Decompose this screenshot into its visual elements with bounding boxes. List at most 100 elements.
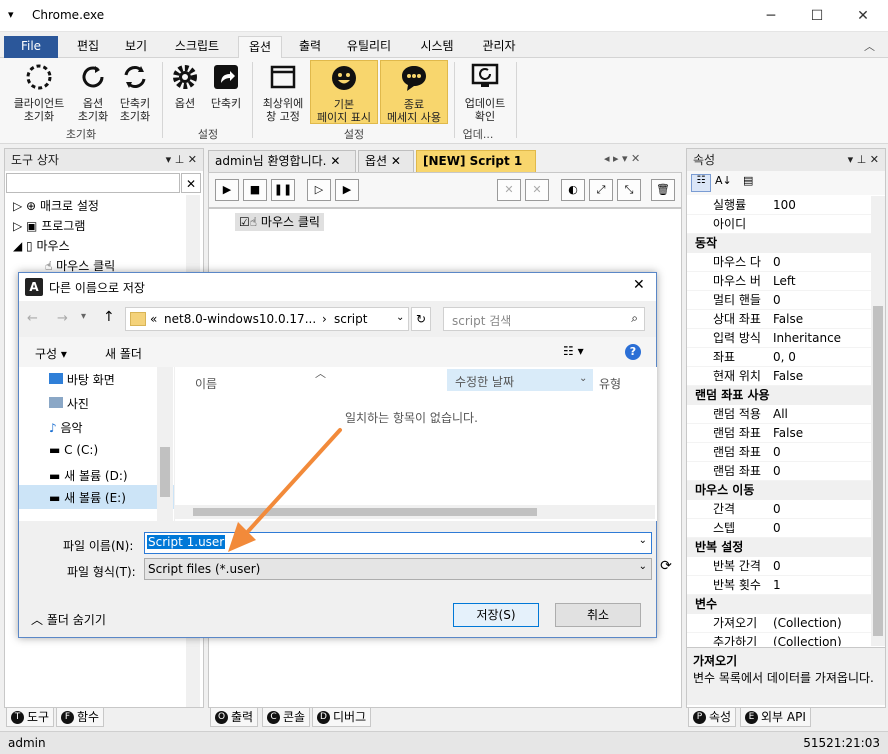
tree-item[interactable]: ◢ ▯ 마우스 [13,237,70,254]
property-value[interactable]: Inheritance [773,329,841,348]
property-row[interactable]: 가져오기 (Collection) [687,614,871,633]
tab-admin[interactable]: 관리자 [470,36,528,58]
property-row[interactable]: 랜덤 적용 All [687,405,871,424]
delete-disabled-button[interactable]: ✕ [497,179,521,201]
tab-output[interactable]: O 출력 [210,707,259,727]
default-page-button[interactable]: 기본 페이지 표시 [310,60,378,124]
property-scrollbar[interactable] [871,196,885,646]
property-row[interactable]: 좌표 0, 0 [687,348,871,367]
tab-script[interactable]: 스크립트 [164,36,230,58]
chevron-down-icon[interactable]: ⌄ [639,561,647,572]
cancel-button[interactable]: 취소 [555,603,641,627]
property-pages-icon[interactable]: ▤ [743,174,753,187]
shortcut-button[interactable]: 단축키 [206,62,246,110]
view-options-icon[interactable]: ☷ ▾ [563,344,584,358]
tab-system[interactable]: 시스템 [410,36,464,58]
organize-button[interactable]: 구성 ▾ [35,345,67,362]
tab-view[interactable]: 보기 [114,36,158,58]
property-row[interactable]: 랜덤 좌표 0 [687,443,871,462]
tab-utility[interactable]: 유틸리티 [336,36,402,58]
collapse-button[interactable]: ⤡ [617,179,641,201]
new-folder-button[interactable]: 새 폴더 [105,345,142,362]
pause-button[interactable]: ❚❚ [271,179,295,201]
property-value[interactable]: 0 [773,557,781,576]
filetype-select[interactable]: Script files (*.user) ⌄ [144,558,652,580]
tab-output[interactable]: 출력 [288,36,332,58]
close-icon[interactable]: ✕ [391,154,401,168]
tab-properties[interactable]: P 속성 [688,707,737,727]
tab-external-api[interactable]: E 외부 API [740,707,811,727]
property-value[interactable]: 0 [773,291,781,310]
clear-search-icon[interactable]: ✕ [181,173,201,193]
chevron-down-icon[interactable]: ⌄ [639,535,647,546]
panel-controls-icon[interactable]: ▾ ⊥ ✕ [166,149,197,171]
nav-item[interactable]: 바탕 화면 [49,371,115,388]
property-category[interactable]: 랜덤 좌표 사용 [687,386,871,405]
nav-item[interactable]: 사진 [49,395,89,412]
path-segment-last[interactable]: script [334,312,367,326]
nav-item[interactable]: ▬ 새 볼륨 (D:) [49,467,128,484]
property-value[interactable]: 0 [773,462,781,481]
help-icon[interactable]: ? [625,344,641,360]
property-category[interactable]: 동작 [687,234,871,253]
address-dropdown-icon[interactable]: ⌄ [396,312,404,323]
file-tab[interactable]: File [4,36,58,58]
trash-button[interactable]: 🗑 [651,179,675,201]
tab-options[interactable]: 옵션 [238,36,282,58]
tree-item[interactable]: ▷ ▣ 프로그램 [13,217,85,234]
doc-tab-options[interactable]: 옵션 ✕ [358,150,414,172]
address-bar[interactable]: « net8.0-windows10.0.17... › script ⌄ [125,307,409,331]
reset-shortcut-button[interactable]: 단축키 초기화 [114,62,156,123]
close-icon[interactable]: ✕ [330,154,340,168]
property-row[interactable]: 현재 위치 False [687,367,871,386]
minimize-button[interactable]: ─ [748,0,794,32]
expand-button[interactable]: ⤢ [589,179,613,201]
tab-toolbox[interactable]: T 도구 [6,707,55,727]
property-value[interactable]: 0 [773,519,781,538]
maximize-button[interactable]: ☐ [794,0,840,32]
play-button[interactable]: ▶ [215,179,239,201]
back-icon[interactable]: ← [27,311,38,326]
property-row[interactable]: 반복 횟수 1 [687,576,871,595]
col-date-header[interactable]: 수정한 날짜 ⌄ [447,369,593,391]
nav-item-selected[interactable]: ▬ 새 볼륨 (E:) [19,485,174,509]
property-row[interactable]: 추가하기 (Collection) [687,633,871,646]
property-row[interactable]: 실행률 100 [687,196,871,215]
save-button[interactable]: 저장(S) [453,603,539,627]
stop-button[interactable]: ■ [243,179,267,201]
doc-tab-script[interactable]: [NEW] Script 1 ✕ [416,150,536,188]
always-on-top-button[interactable]: 최상위에 창 고정 [256,62,310,123]
property-row[interactable]: 스텝 0 [687,519,871,538]
chevron-down-icon[interactable]: ⌄ [579,373,587,384]
hide-folders-toggle[interactable]: ︿ 폴더 숨기기 [31,611,106,628]
doc-tab-welcome[interactable]: admin님 환영합니다. ✕ [208,150,356,172]
refresh-icon[interactable]: ↻ [411,307,431,331]
property-row[interactable]: 랜덤 좌표 0 [687,462,871,481]
property-row[interactable]: 마우스 버 Left [687,272,871,291]
tab-console[interactable]: C 콘솔 [262,707,311,727]
property-row[interactable]: 입력 방식 Inheritance [687,329,871,348]
property-value[interactable]: All [773,405,788,424]
property-row[interactable]: 반복 간격 0 [687,557,871,576]
property-row[interactable]: 상대 좌표 False [687,310,871,329]
property-value[interactable]: 100 [773,196,796,215]
nav-item[interactable]: ▬ C (C:) [49,443,98,457]
property-row[interactable]: 마우스 다 0 [687,253,871,272]
record-button[interactable]: ◐ [561,179,585,201]
property-value[interactable]: 0 [773,253,781,272]
tree-item[interactable]: ▷ ⊕ 매크로 설정 [13,197,99,214]
forward-icon[interactable]: → [57,311,68,326]
sort-az-icon[interactable]: A↓ [715,174,732,187]
property-row[interactable]: 멀티 핸들 0 [687,291,871,310]
update-check-button[interactable]: 업데이트 확인 [458,62,512,123]
step-button[interactable]: ▷ [307,179,331,201]
nav-scrollbar[interactable] [157,367,173,521]
script-line[interactable]: ☑☝ 마우스 클릭 [235,213,324,231]
property-value[interactable]: (Collection) [773,614,842,633]
up-folder-icon[interactable]: ↑ [103,309,115,325]
property-category[interactable]: 마우스 이동 [687,481,871,500]
system-menu-icon[interactable]: ▾ [8,8,14,21]
dialog-close-button[interactable]: ✕ [633,277,645,293]
nav-item[interactable]: ♪ 음악 [49,419,83,436]
tab-functions[interactable]: F 함수 [56,707,105,727]
